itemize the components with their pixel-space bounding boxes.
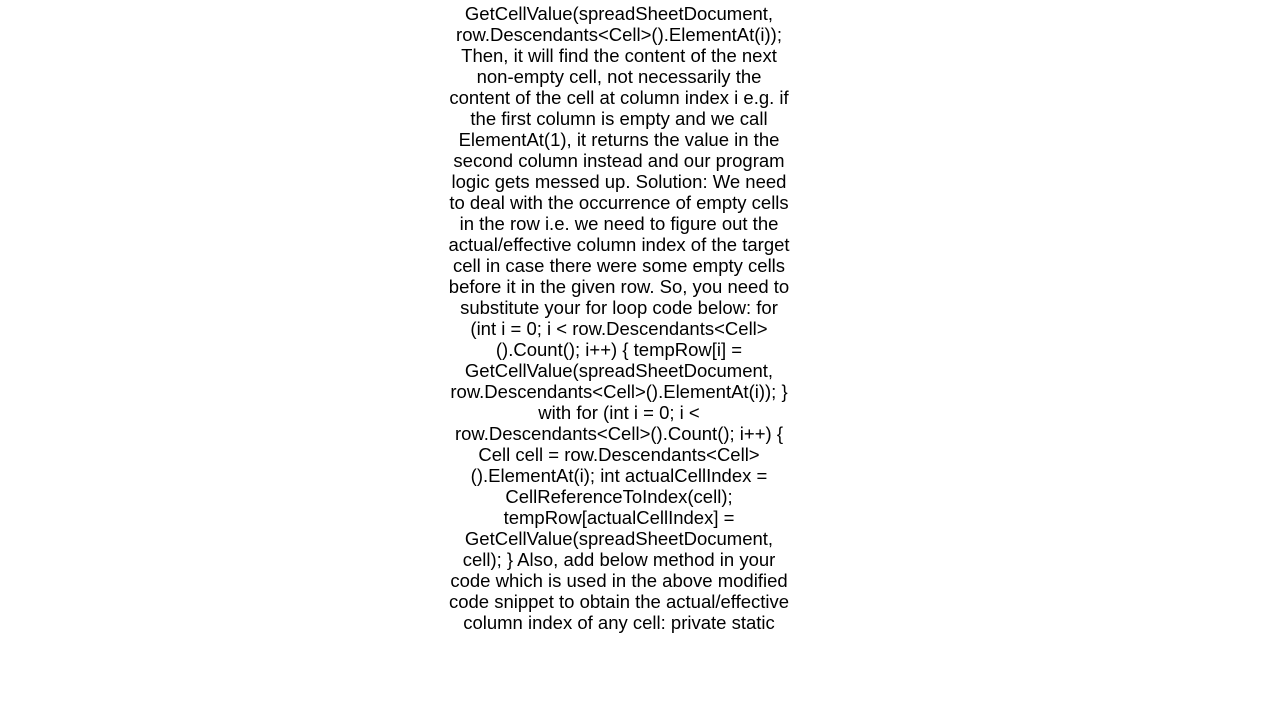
document-content: this: GetCellValue(spreadSheetDocument, … (448, 0, 790, 633)
body-paragraph: this: GetCellValue(spreadSheetDocument, … (448, 0, 790, 633)
